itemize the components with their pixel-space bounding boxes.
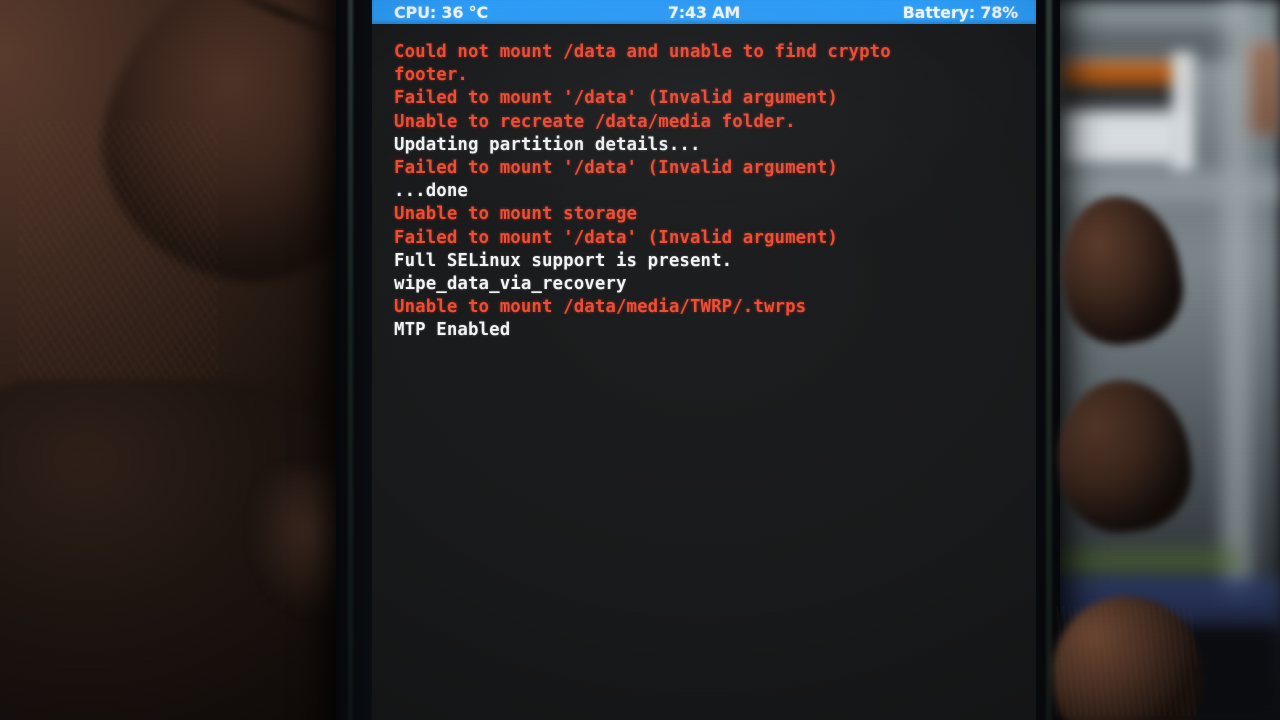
log-line-info: ...done [394,181,468,202]
phone-bezel-right [1046,0,1052,720]
background-foliage [1040,548,1240,574]
log-line-info: Updating partition details... [394,134,701,155]
background-beam [1040,28,1240,62]
battery-level-label: Battery: 78% [902,2,1019,22]
background-column [1222,0,1252,600]
log-line-error: Unable to mount /data/media/TWRP/.twrps [394,297,807,318]
log-line-error: Failed to mount '/data' (Invalid argumen… [394,158,838,179]
screenshot-scene: CPU: 36 °C 7:43 AM Battery: 78% Could no… [0,0,1280,720]
log-line-info: wipe_data_via_recovery [394,274,627,295]
background-window-frame [1172,52,1194,172]
phone-screen[interactable]: CPU: 36 °C 7:43 AM Battery: 78% Could no… [372,0,1036,720]
cpu-temperature-label: CPU: 36 °C [394,2,489,22]
log-line-error: Unable to recreate /data/media folder. [394,111,796,132]
log-line-error: Unable to mount storage [394,204,638,225]
phone-bezel-left [348,0,353,720]
clock-label: 7:43 AM [667,2,741,22]
log-line-error: Could not mount /data and unable to find… [394,42,891,62]
background-window [1060,62,1180,162]
recovery-console-log[interactable]: Could not mount /data and unable to find… [372,24,1036,343]
log-line-error: Failed to mount '/data' (Invalid argumen… [394,88,838,109]
skin-texture [18,120,218,380]
log-line-info: Full SELinux support is present. [394,250,733,271]
log-line-info: MTP Enabled [394,320,511,341]
recovery-status-bar: CPU: 36 °C 7:43 AM Battery: 78% [372,0,1036,24]
background-ledge [1040,172,1280,202]
log-line-error: Failed to mount '/data' (Invalid argumen… [394,227,838,248]
log-line-error: footer. [394,65,468,86]
finger-skin-texture [1056,606,1196,716]
